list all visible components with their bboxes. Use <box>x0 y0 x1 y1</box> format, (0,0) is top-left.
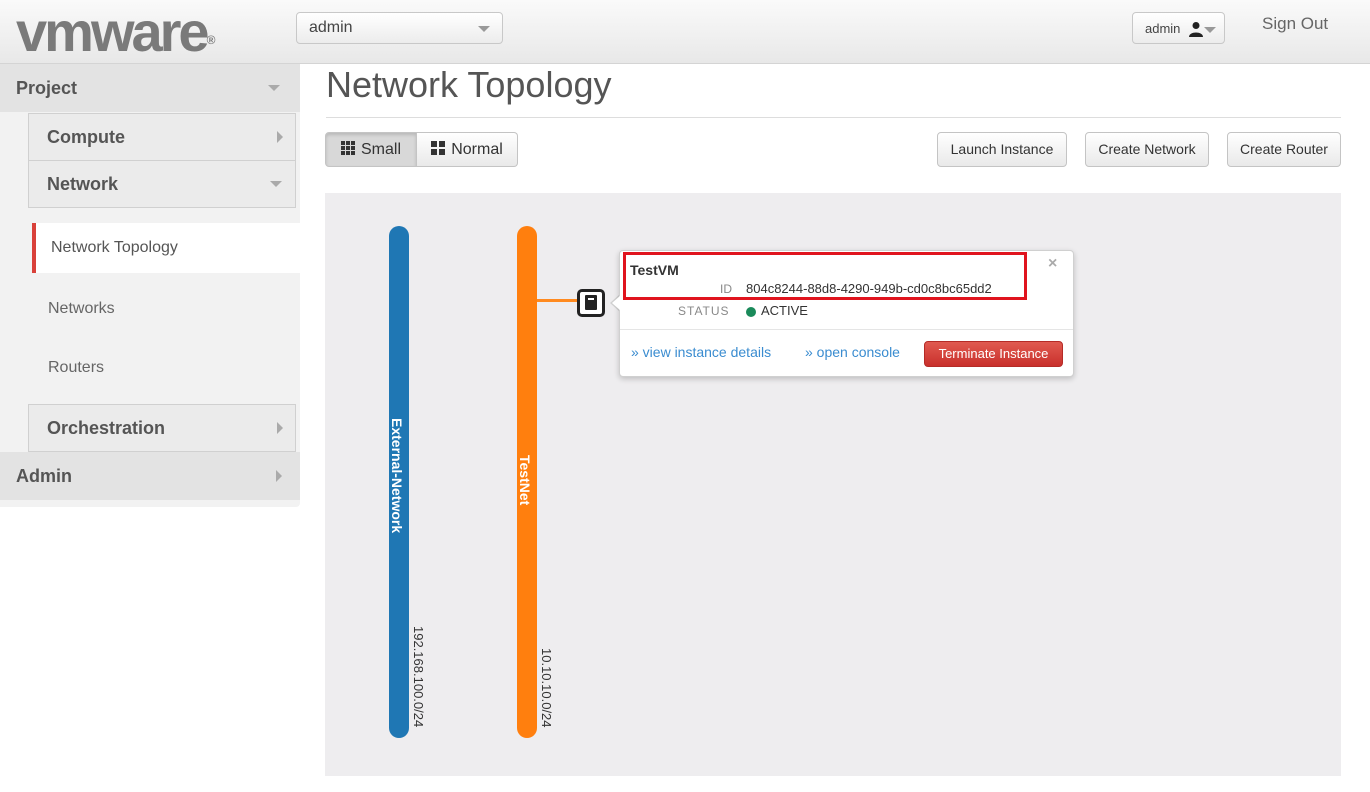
sidebar-item-orchestration[interactable]: Orchestration <box>28 404 296 452</box>
launch-instance-button[interactable]: Launch Instance <box>937 132 1067 167</box>
sidebar-section-label: Admin <box>16 466 72 486</box>
status-dot-icon <box>746 307 756 317</box>
view-instance-details-link[interactable]: » view instance details <box>631 344 771 360</box>
network-name-external: External-Network <box>389 418 405 534</box>
chevron-right-icon <box>276 470 282 482</box>
instance-status-label: STATUS <box>678 304 730 318</box>
project-selector-label: admin <box>309 19 353 36</box>
sidebar-item-network[interactable]: Network <box>28 160 296 208</box>
instance-name: TestVM <box>630 262 679 278</box>
balloon-divider <box>620 329 1073 330</box>
top-bar: vmware® admin admin Sign Out <box>0 0 1370 64</box>
sidebar-item-label: Orchestration <box>47 418 166 438</box>
chevron-right-icon <box>277 131 283 143</box>
open-console-link[interactable]: » open console <box>805 344 900 360</box>
create-router-button[interactable]: Create Router <box>1227 132 1341 167</box>
sign-out-link[interactable]: Sign Out <box>1262 14 1328 34</box>
chevron-down-icon <box>478 26 490 32</box>
chevron-down-icon <box>1204 27 1216 33</box>
instance-id-label: ID <box>720 282 732 296</box>
instance-id: 804c8244-88d8-4290-949b-cd0c8bc65dd2 <box>746 281 992 296</box>
port-link <box>537 299 577 302</box>
user-icon <box>1188 21 1204 37</box>
user-menu[interactable]: admin <box>1132 12 1225 44</box>
terminate-instance-button[interactable]: Terminate Instance <box>924 341 1063 367</box>
grid-large-icon <box>431 141 446 156</box>
view-normal-button[interactable]: Normal <box>417 132 518 167</box>
vmware-logo[interactable]: vmware® <box>16 2 215 62</box>
chevron-down-icon <box>270 181 282 187</box>
sidebar-section-label: Project <box>16 78 78 98</box>
sidebar-item-network-topology[interactable]: Network Topology <box>32 223 302 273</box>
sidebar-item-label: Network <box>47 174 119 194</box>
chevron-right-icon <box>277 422 283 434</box>
view-small-button[interactable]: Small <box>325 132 417 167</box>
network-cidr-external: 192.168.100.0/24 <box>411 626 426 728</box>
instance-status: ACTIVE <box>761 303 808 318</box>
chevron-down-icon <box>268 85 280 91</box>
sidebar-item-label: Compute <box>47 127 125 147</box>
title-divider <box>326 117 1341 118</box>
project-selector[interactable]: admin <box>296 12 503 44</box>
page-title: Network Topology <box>326 64 612 105</box>
network-name-testnet: TestNet <box>517 455 533 506</box>
sidebar-section-admin[interactable]: Admin <box>0 452 300 500</box>
instance-icon[interactable] <box>577 289 605 317</box>
sidebar-section-project[interactable]: Project <box>0 64 300 112</box>
view-normal-label: Normal <box>451 141 503 158</box>
create-network-button[interactable]: Create Network <box>1085 132 1209 167</box>
close-icon[interactable]: × <box>1048 255 1057 273</box>
balloon-pointer-inner <box>612 295 621 311</box>
sidebar-item-compute[interactable]: Compute <box>28 113 296 161</box>
user-menu-label: admin <box>1145 21 1181 36</box>
sidebar-item-routers[interactable]: Routers <box>32 343 296 393</box>
network-cidr-testnet: 10.10.10.0/24 <box>539 648 554 728</box>
view-small-label: Small <box>360 141 401 158</box>
sidebar-item-networks[interactable]: Networks <box>32 284 296 334</box>
grid-small-icon <box>340 141 355 156</box>
